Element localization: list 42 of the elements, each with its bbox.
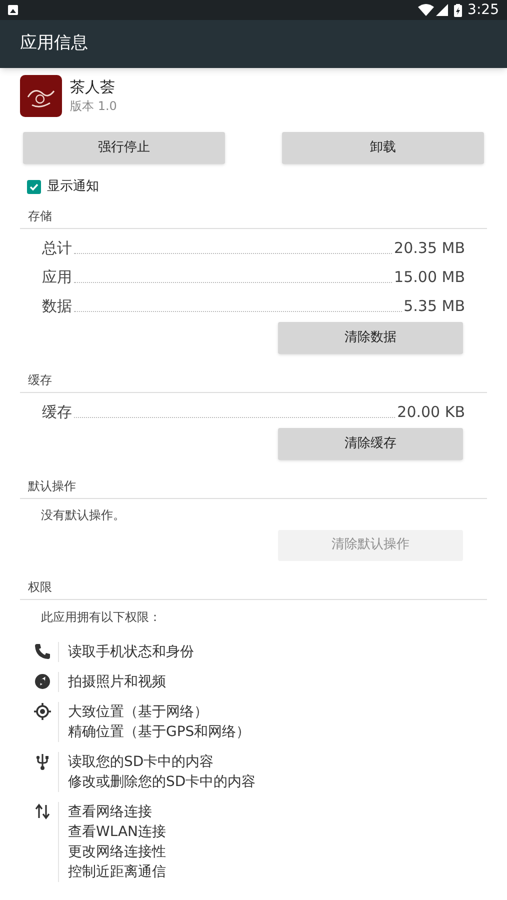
row-value: 15.00 MB: [394, 266, 465, 286]
up-down-arrows-icon: [34, 802, 51, 820]
signal-icon: [436, 4, 448, 16]
row-label: 总计: [42, 238, 72, 258]
row-value: 20.00 KB: [397, 402, 465, 422]
description-text: 没有默认操作。: [41, 508, 125, 522]
row-label: 数据: [42, 296, 72, 316]
app-bar-title: 应用信息: [20, 32, 88, 56]
action-button[interactable]: 清除缓存: [278, 428, 463, 460]
phone-icon: [34, 642, 51, 660]
clock: 3:25: [468, 0, 499, 20]
description-text: 此应用拥有以下权限：: [41, 610, 161, 624]
permission-text: 精确位置（基于GPS和网络）: [68, 722, 250, 742]
location-icon: [34, 702, 51, 720]
permission-text: 查看网络连接: [68, 802, 153, 822]
permission-text: 大致位置（基于网络）: [68, 702, 209, 722]
checkbox[interactable]: [27, 180, 41, 194]
section-header: 默认操作: [28, 478, 76, 492]
row-label: 缓存: [42, 402, 72, 422]
usb-icon: [34, 752, 51, 770]
app-logo-icon: [20, 75, 62, 117]
app-name: 茶人荟: [70, 77, 116, 97]
permission-text: 读取您的SD卡中的内容: [68, 752, 215, 772]
row-value: 5.35 MB: [404, 296, 465, 316]
permission-text: 更改网络连接性: [68, 842, 166, 862]
section-header: 缓存: [28, 372, 52, 386]
permission-text: 控制近距离通信: [68, 862, 166, 882]
section-header: 权限: [28, 580, 52, 594]
wifi-icon: [418, 4, 434, 16]
row-value: 20.35 MB: [394, 238, 465, 258]
checkbox-label: 显示通知: [47, 178, 99, 196]
permission-text: 查看WLAN连接: [68, 822, 166, 842]
permission-text: 拍摄照片和视频: [68, 672, 166, 692]
app-version: 版本 1.0: [70, 98, 117, 115]
permission-text: 读取手机状态和身份: [68, 642, 194, 662]
battery-icon: [454, 4, 462, 16]
section-header: 存储: [28, 208, 52, 222]
action-button[interactable]: 卸载: [282, 132, 484, 164]
action-button[interactable]: 强行停止: [23, 132, 225, 164]
permission-text: 修改或删除您的SD卡中的内容: [68, 772, 256, 792]
action-button[interactable]: 清除数据: [278, 322, 463, 354]
row-label: 应用: [42, 266, 72, 286]
